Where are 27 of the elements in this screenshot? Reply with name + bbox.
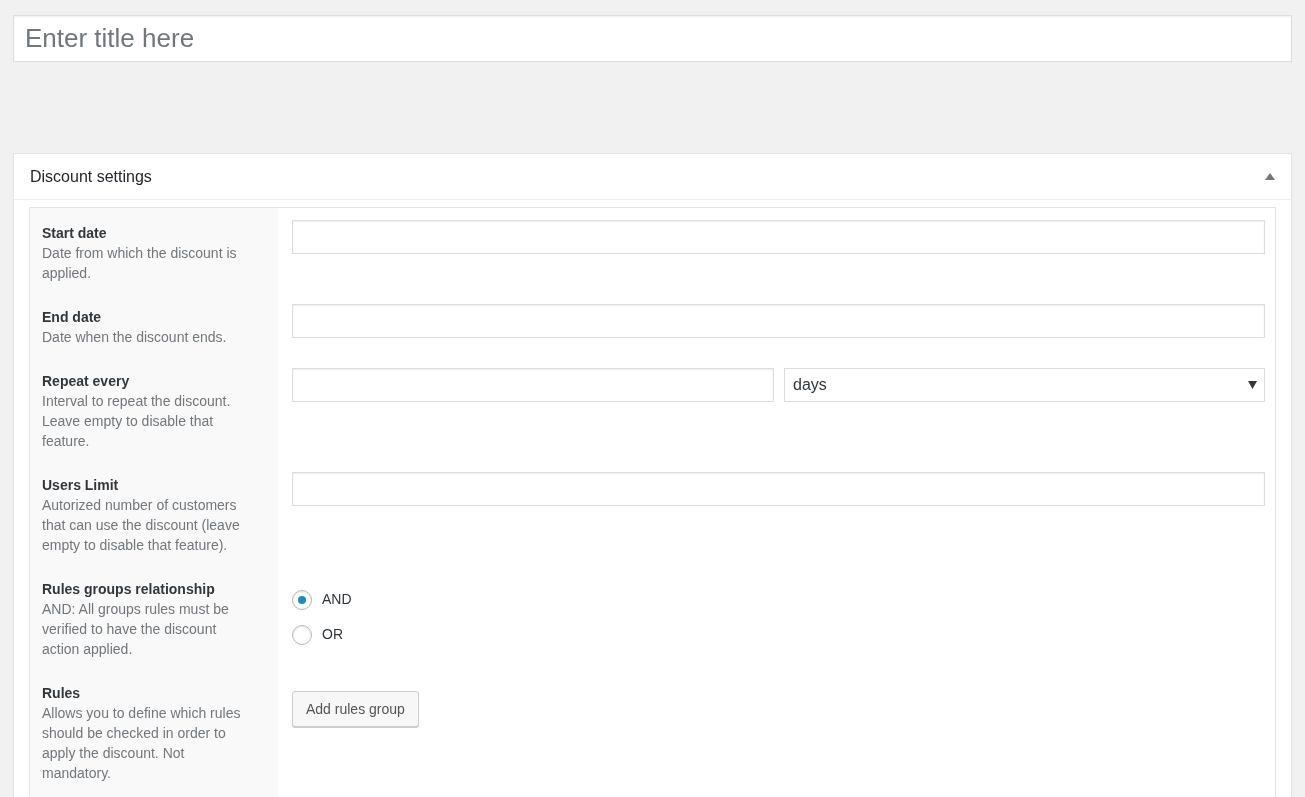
caret-icon (1248, 381, 1257, 389)
field-label: Start date (42, 224, 108, 243)
radio-option[interactable]: OR (292, 624, 1265, 645)
text-field[interactable] (292, 304, 1265, 338)
field-description: AND: All groups rules must be verified to have the discount action applied. (42, 600, 230, 659)
text-field[interactable] (292, 472, 1265, 506)
title-field[interactable]: Enter title here (13, 15, 1292, 62)
radio-button[interactable] (292, 589, 312, 610)
field-description: Date from which the discount is applied. (42, 244, 238, 283)
text-field[interactable] (292, 220, 1265, 254)
unit-dropdown[interactable]: days (784, 368, 1265, 402)
radio-button[interactable] (292, 624, 312, 645)
panel-header[interactable]: Discount settings (14, 154, 1291, 200)
collapse-arrow-icon[interactable] (1265, 173, 1275, 180)
field-description: Autorized number of customers that can use the discount (leave empty to disable that feature). (42, 496, 241, 555)
field-label: Repeat every (42, 372, 131, 391)
field-description: Allows you to define which rules should be checked in order to apply the discount. Not mandatory. (42, 704, 242, 783)
radio-option[interactable]: AND (292, 589, 1265, 610)
add-rules-group-button[interactable]: Add rules group (292, 691, 419, 727)
field-label: Rules (42, 684, 82, 703)
field-label: Rules groups relationship (42, 580, 216, 599)
field-description: Interval to repeat the discount. Leave empty to disable that feature. (42, 392, 232, 451)
field-label: End date (42, 308, 103, 327)
panel-title: Discount settings (30, 166, 152, 187)
text-field[interactable] (292, 368, 774, 402)
field-description: Date when the discount ends. (42, 328, 228, 347)
field-label: Users Limit (42, 476, 120, 495)
